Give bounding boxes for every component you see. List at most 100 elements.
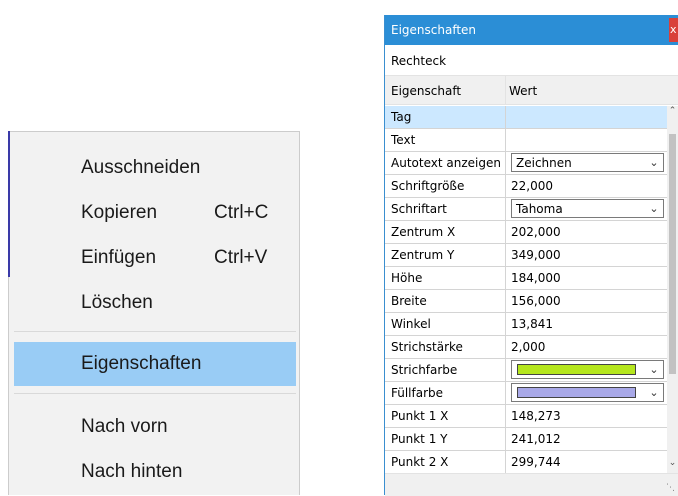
close-button[interactable]: x bbox=[669, 18, 678, 42]
resize-grip-icon[interactable]: ⋱ bbox=[666, 483, 675, 493]
column-divider bbox=[505, 267, 506, 290]
grid-header: Eigenschaft Wert bbox=[385, 75, 678, 105]
property-name: Zentrum X bbox=[391, 225, 456, 239]
property-value[interactable]: 349,000 bbox=[511, 248, 561, 262]
value-dropdown[interactable]: Zeichnen ⌄ bbox=[511, 153, 664, 172]
property-value[interactable]: 241,012 bbox=[511, 432, 561, 446]
property-name: Höhe bbox=[391, 271, 423, 285]
properties-window: Eigenschaften x Rechteck Eigenschaft Wer… bbox=[384, 15, 678, 496]
chevron-down-icon[interactable]: ⌄ bbox=[647, 201, 661, 216]
property-row[interactable]: Text bbox=[385, 129, 667, 152]
canvas-shape-edge bbox=[8, 131, 10, 277]
menu-item-cut[interactable]: Ausschneiden bbox=[14, 146, 296, 190]
menu-item-copy[interactable]: Kopieren Ctrl+C bbox=[14, 191, 296, 235]
dropdown-value: Zeichnen bbox=[516, 156, 572, 170]
property-name: Autotext anzeigen bbox=[391, 156, 501, 170]
column-divider bbox=[505, 221, 506, 244]
column-divider bbox=[505, 175, 506, 198]
property-row[interactable]: Zentrum X 202,000 bbox=[385, 221, 667, 244]
menu-item-label: Kopieren bbox=[81, 202, 158, 223]
property-row[interactable]: Punkt 1 X 148,273 bbox=[385, 405, 667, 428]
scrollbar-thumb[interactable] bbox=[669, 134, 676, 374]
menu-item-delete[interactable]: Löschen bbox=[14, 281, 296, 325]
property-row[interactable]: Tag bbox=[385, 106, 667, 129]
menu-item-label: Einfügen bbox=[81, 247, 157, 268]
color-swatch bbox=[517, 387, 636, 398]
menu-item-label: Eigenschaften bbox=[81, 353, 202, 374]
menu-item-properties[interactable]: Eigenschaften bbox=[14, 342, 296, 386]
menu-item-shortcut: Ctrl+C bbox=[214, 202, 269, 223]
context-menu: Ausschneiden Kopieren Ctrl+C Einfügen Ct… bbox=[8, 131, 300, 495]
menu-item-send-backward[interactable]: Nach hinten bbox=[14, 450, 296, 494]
property-row[interactable]: Breite 156,000 bbox=[385, 290, 667, 313]
column-header-property[interactable]: Eigenschaft bbox=[391, 84, 461, 98]
property-name: Punkt 1 Y bbox=[391, 432, 448, 446]
property-grid: Tag Text Autotext anzeigen Zeichnen ⌄ Schrift… bbox=[385, 106, 667, 473]
chevron-down-icon[interactable]: ⌄ bbox=[647, 155, 661, 170]
menu-item-shortcut: Ctrl+V bbox=[214, 247, 268, 268]
menu-item-label: Nach vorn bbox=[81, 416, 168, 437]
property-value[interactable]: 156,000 bbox=[511, 294, 561, 308]
color-dropdown[interactable]: ⌄ bbox=[511, 360, 664, 379]
window-title: Eigenschaften bbox=[391, 23, 477, 37]
property-name: Text bbox=[391, 133, 416, 147]
property-name: Schriftgröße bbox=[391, 179, 465, 193]
color-dropdown[interactable]: ⌄ bbox=[511, 383, 664, 402]
status-bar: ⋱ bbox=[385, 473, 678, 496]
property-row[interactable]: Punkt 2 X 299,744 bbox=[385, 451, 667, 473]
column-divider bbox=[505, 313, 506, 336]
scroll-down-icon[interactable]: ⌄ bbox=[667, 458, 678, 472]
property-name: Strichstärke bbox=[391, 340, 463, 354]
property-name: Tag bbox=[391, 110, 412, 124]
vertical-scrollbar[interactable]: ⌃ ⌄ bbox=[667, 106, 678, 473]
column-divider bbox=[505, 359, 506, 382]
property-name: Schriftart bbox=[391, 202, 447, 216]
property-value[interactable]: 299,744 bbox=[511, 455, 561, 469]
column-divider[interactable] bbox=[505, 76, 506, 104]
chevron-down-icon[interactable]: ⌄ bbox=[647, 362, 661, 377]
column-divider bbox=[505, 152, 506, 175]
column-divider bbox=[505, 290, 506, 313]
property-value[interactable]: 148,273 bbox=[511, 409, 561, 423]
window-titlebar[interactable]: Eigenschaften x bbox=[385, 15, 678, 45]
property-row[interactable]: Autotext anzeigen Zeichnen ⌄ bbox=[385, 152, 667, 175]
column-divider bbox=[505, 198, 506, 221]
property-row[interactable]: Punkt 1 Y 241,012 bbox=[385, 428, 667, 451]
property-row[interactable]: Füllfarbe ⌄ bbox=[385, 382, 667, 405]
property-row[interactable]: Höhe 184,000 bbox=[385, 267, 667, 290]
column-divider bbox=[505, 405, 506, 428]
dropdown-value: Tahoma bbox=[516, 202, 563, 216]
column-header-value[interactable]: Wert bbox=[509, 84, 537, 98]
property-row[interactable]: Schriftgröße 22,000 bbox=[385, 175, 667, 198]
property-name: Punkt 1 X bbox=[391, 409, 449, 423]
column-divider bbox=[505, 451, 506, 473]
menu-separator bbox=[14, 393, 296, 394]
column-divider bbox=[505, 244, 506, 267]
property-row[interactable]: Winkel 13,841 bbox=[385, 313, 667, 336]
menu-item-label: Löschen bbox=[81, 292, 153, 313]
property-row[interactable]: Schriftart Tahoma ⌄ bbox=[385, 198, 667, 221]
property-row[interactable]: Strichstärke 2,000 bbox=[385, 336, 667, 359]
column-divider bbox=[505, 106, 506, 129]
property-value[interactable]: 184,000 bbox=[511, 271, 561, 285]
property-value[interactable]: 202,000 bbox=[511, 225, 561, 239]
property-value[interactable]: 2,000 bbox=[511, 340, 545, 354]
value-dropdown[interactable]: Tahoma ⌄ bbox=[511, 199, 664, 218]
menu-item-label: Nach hinten bbox=[81, 461, 183, 482]
column-divider bbox=[505, 428, 506, 451]
property-name: Strichfarbe bbox=[391, 363, 458, 377]
column-divider bbox=[505, 382, 506, 405]
property-value[interactable]: 22,000 bbox=[511, 179, 553, 193]
property-name: Winkel bbox=[391, 317, 431, 331]
menu-item-paste[interactable]: Einfügen Ctrl+V bbox=[14, 236, 296, 280]
menu-item-bring-forward[interactable]: Nach vorn bbox=[14, 405, 296, 449]
object-name-label: Rechteck bbox=[391, 54, 447, 68]
property-name: Punkt 2 X bbox=[391, 455, 449, 469]
color-swatch bbox=[517, 364, 636, 375]
property-row[interactable]: Strichfarbe ⌄ bbox=[385, 359, 667, 382]
property-row[interactable]: Zentrum Y 349,000 bbox=[385, 244, 667, 267]
chevron-down-icon[interactable]: ⌄ bbox=[647, 385, 661, 400]
property-value[interactable]: 13,841 bbox=[511, 317, 553, 331]
property-name: Zentrum Y bbox=[391, 248, 455, 262]
scroll-up-icon[interactable]: ⌃ bbox=[667, 106, 678, 120]
